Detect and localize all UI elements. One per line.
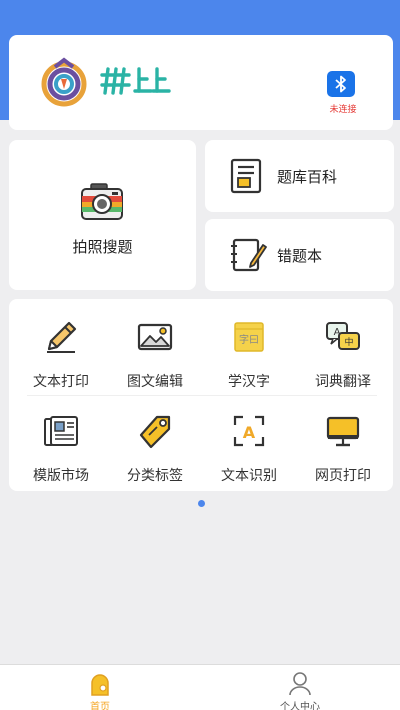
tab-profile-label: 个人中心 [280,702,320,710]
tool-label: 图文编辑 [127,374,183,390]
brand-wordmark [100,67,171,95]
home-icon [91,674,109,696]
tool-label: 分类标签 [127,468,183,484]
svg-text:A: A [243,423,256,442]
tool-text-recognition[interactable]: A 文本识别 [201,407,297,497]
tool-label: 文本打印 [33,374,89,390]
question-bank-label: 题库百科 [277,168,338,186]
device-header-card: 未连接 [9,35,393,130]
book-icon [230,158,262,194]
monitor-icon [326,416,360,447]
tool-label: 词典翻译 [315,374,371,390]
page-indicator-dot [198,500,205,507]
question-bank-card[interactable]: 题库百科 [205,140,394,212]
translate-icon: A 中 [326,322,360,350]
photo-search-label: 拍照搜题 [72,238,133,256]
tool-learn-chinese[interactable]: 字曰 学汉字 [201,313,297,403]
tool-label: 模版市场 [33,468,89,484]
tool-label: 学汉字 [228,374,270,390]
tool-label: 网页打印 [315,468,371,484]
text-scan-icon: A [233,415,265,447]
tool-label: 文本识别 [221,468,277,484]
image-icon [137,323,173,351]
tab-home-label: 首页 [90,702,110,710]
newspaper-icon [44,416,78,446]
user-icon [289,672,311,696]
bluetooth-status: 未连接 [329,105,357,115]
tool-template-market[interactable]: 模版市场 [13,407,109,497]
pencil-icon [47,321,77,353]
wrong-book-label: 错题本 [277,247,323,265]
tool-dictionary[interactable]: A 中 词典翻译 [295,313,391,403]
tool-web-print[interactable]: 网页打印 [295,407,391,497]
tool-category-tag[interactable]: 分类标签 [107,407,203,497]
chinese-character-icon: 字曰 [234,322,264,352]
svg-text:字曰: 字曰 [239,333,259,346]
wrong-book-card[interactable]: 错题本 [205,219,394,291]
tab-profile[interactable]: 个人中心 [200,665,400,710]
camera-icon [81,183,123,220]
tools-grid: 文本打印 图文编辑 字曰 学汉字 A 中 词典翻译 模版市场 分类标签 A 文本… [9,299,393,491]
tool-text-print[interactable]: 文本打印 [13,313,109,403]
svg-text:中: 中 [344,336,353,348]
notebook-pencil-icon [231,238,267,272]
tag-icon [139,415,171,449]
photo-search-card[interactable]: 拍照搜题 [9,140,196,290]
app-logo [41,57,87,107]
bluetooth-icon [335,75,346,93]
bottom-tab-bar: 首页 个人中心 [0,664,400,710]
tool-image-edit[interactable]: 图文编辑 [107,313,203,403]
bluetooth-button[interactable] [327,71,355,97]
tab-home[interactable]: 首页 [0,665,200,710]
